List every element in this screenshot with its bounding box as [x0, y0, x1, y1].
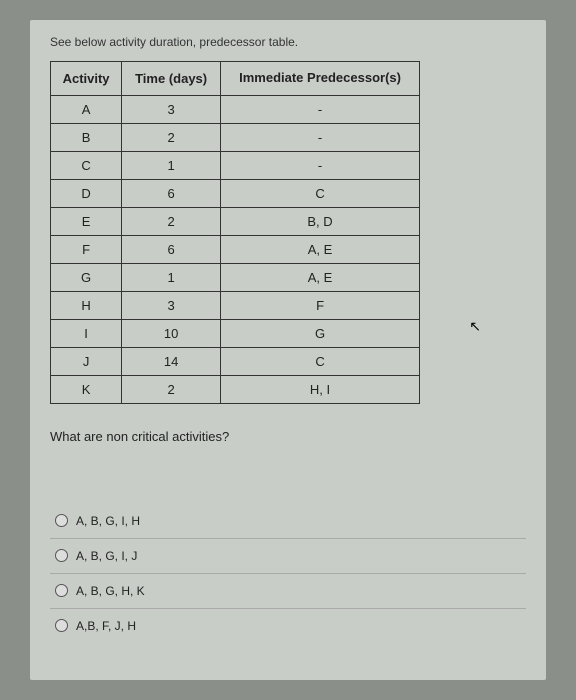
- table-row: K2H, I: [51, 375, 420, 403]
- table-cell-pred: C: [221, 347, 420, 375]
- table-cell-pred: -: [221, 123, 420, 151]
- option-label: A,B, F, J, H: [76, 619, 136, 633]
- question-page: See below activity duration, predecessor…: [30, 20, 546, 680]
- table-cell-time: 3: [122, 291, 221, 319]
- table-cell-pred: G: [221, 319, 420, 347]
- table-row: J14C: [51, 347, 420, 375]
- table-cell-time: 2: [122, 375, 221, 403]
- table-row: C1-: [51, 151, 420, 179]
- table-cell-activity: F: [51, 235, 122, 263]
- radio-icon[interactable]: [55, 549, 68, 562]
- table-cell-time: 6: [122, 179, 221, 207]
- radio-icon[interactable]: [55, 584, 68, 597]
- table-cell-time: 3: [122, 95, 221, 123]
- table-cell-activity: G: [51, 263, 122, 291]
- table-cell-pred: -: [221, 95, 420, 123]
- option-row[interactable]: A, B, G, I, H: [50, 504, 526, 538]
- table-cell-activity: E: [51, 207, 122, 235]
- activity-table: Activity Time (days) Immediate Predecess…: [50, 61, 420, 404]
- radio-icon[interactable]: [55, 514, 68, 527]
- header-activity: Activity: [51, 62, 122, 96]
- option-label: A, B, G, I, H: [76, 514, 140, 528]
- table-cell-activity: D: [51, 179, 122, 207]
- table-cell-pred: A, E: [221, 263, 420, 291]
- table-cell-activity: C: [51, 151, 122, 179]
- table-cell-time: 1: [122, 151, 221, 179]
- table-cell-time: 1: [122, 263, 221, 291]
- table-row: E2B, D: [51, 207, 420, 235]
- table-cell-time: 2: [122, 207, 221, 235]
- header-time: Time (days): [122, 62, 221, 96]
- table-row: B2-: [51, 123, 420, 151]
- table-cell-activity: I: [51, 319, 122, 347]
- table-row: I10G: [51, 319, 420, 347]
- table-row: H3F: [51, 291, 420, 319]
- table-cell-pred: F: [221, 291, 420, 319]
- table-cell-activity: A: [51, 95, 122, 123]
- intro-text: See below activity duration, predecessor…: [50, 35, 526, 49]
- table-row: D6C: [51, 179, 420, 207]
- table-cell-pred: H, I: [221, 375, 420, 403]
- table-cell-time: 10: [122, 319, 221, 347]
- option-label: A, B, G, I, J: [76, 549, 137, 563]
- option-row[interactable]: A,B, F, J, H: [50, 608, 526, 643]
- table-cell-pred: A, E: [221, 235, 420, 263]
- options-list: A, B, G, I, H A, B, G, I, J A, B, G, H, K A…: [50, 504, 526, 643]
- table-cell-time: 14: [122, 347, 221, 375]
- table-cell-pred: B, D: [221, 207, 420, 235]
- table-cell-activity: K: [51, 375, 122, 403]
- table-cell-time: 2: [122, 123, 221, 151]
- option-row[interactable]: A, B, G, H, K: [50, 573, 526, 608]
- question-text: What are non critical activities?: [50, 429, 526, 444]
- option-row[interactable]: A, B, G, I, J: [50, 538, 526, 573]
- table-cell-pred: C: [221, 179, 420, 207]
- table-cell-time: 6: [122, 235, 221, 263]
- radio-icon[interactable]: [55, 619, 68, 632]
- table-cell-pred: -: [221, 151, 420, 179]
- table-row: G1A, E: [51, 263, 420, 291]
- header-predecessor: Immediate Predecessor(s): [221, 62, 420, 96]
- table-row: F6A, E: [51, 235, 420, 263]
- table-row: A3-: [51, 95, 420, 123]
- table-cell-activity: J: [51, 347, 122, 375]
- table-cell-activity: H: [51, 291, 122, 319]
- table-cell-activity: B: [51, 123, 122, 151]
- option-label: A, B, G, H, K: [76, 584, 145, 598]
